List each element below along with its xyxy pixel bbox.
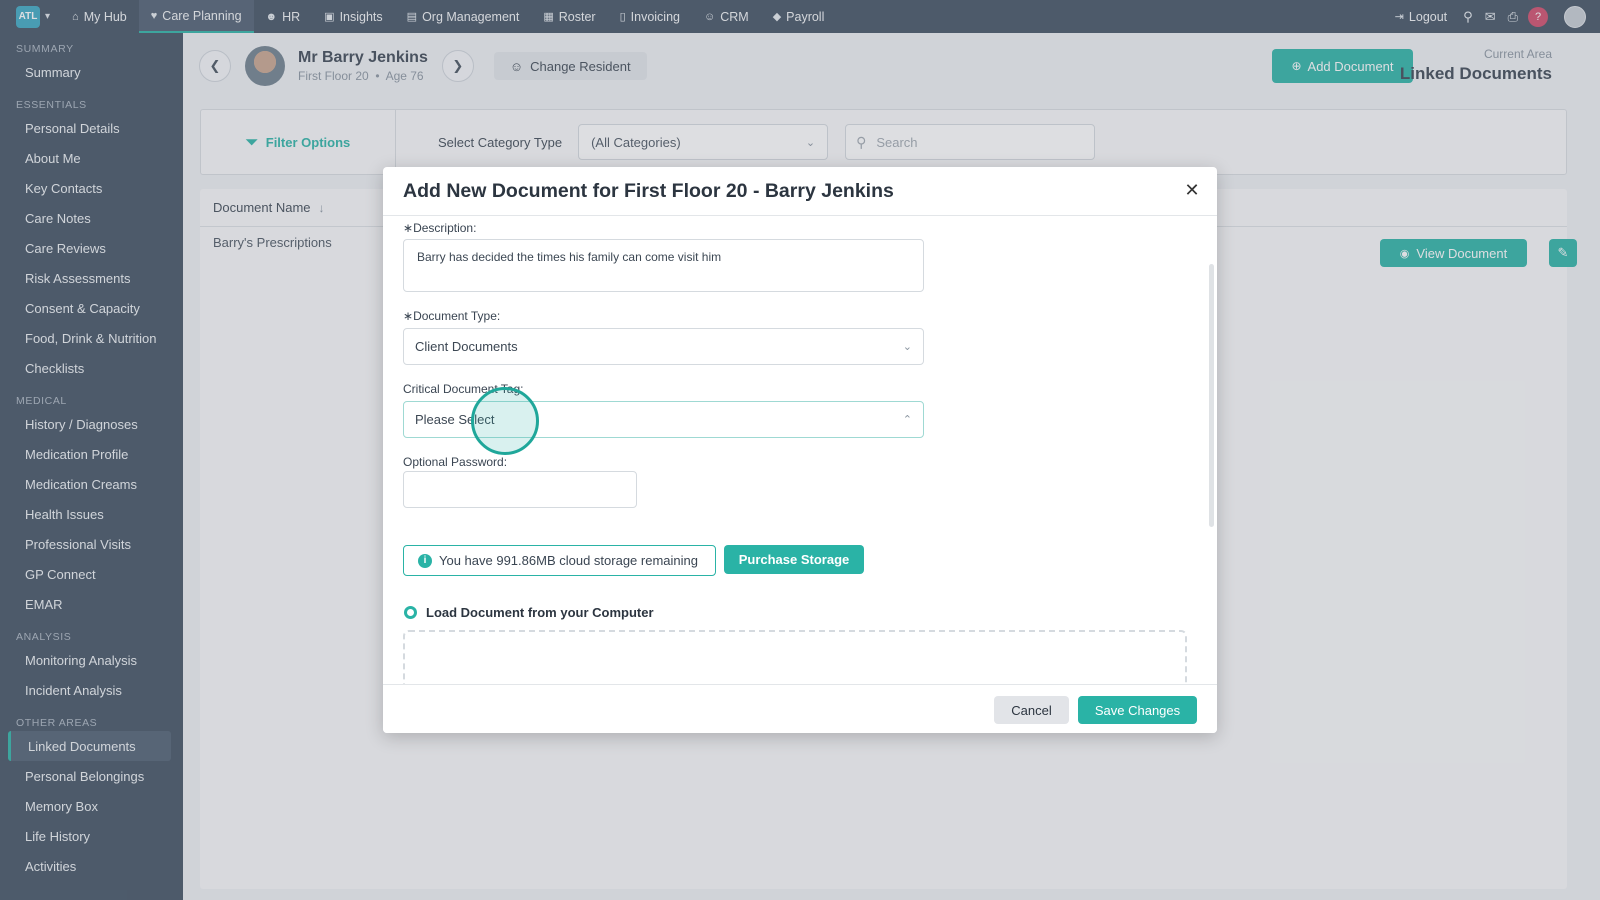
description-field[interactable]: Barry has decided the times his family c… [403, 239, 924, 292]
load-from-computer-option[interactable]: Load Document from your Computer [404, 605, 654, 620]
description-label-text: Description: [413, 221, 477, 235]
save-changes-button[interactable]: Save Changes [1078, 696, 1197, 724]
modal-title: Add New Document for First Floor 20 - Ba… [403, 179, 894, 202]
chevron-up-icon: ⌃ [902, 414, 912, 426]
modal-footer: Cancel Save Changes [383, 684, 1217, 733]
modal-scrollbar[interactable] [1209, 264, 1214, 527]
load-option-label: Load Document from your Computer [426, 605, 654, 620]
chevron-down-icon: ⌄ [902, 341, 912, 353]
modal-header: Add New Document for First Floor 20 - Ba… [383, 167, 1217, 216]
radio-selected-icon[interactable] [404, 606, 417, 619]
info-icon: i [418, 553, 432, 568]
file-drop-zone[interactable] [403, 630, 1187, 684]
description-label: ∗Description: [403, 221, 477, 235]
document-type-label-text: Document Type: [413, 309, 501, 323]
cancel-button[interactable]: Cancel [994, 696, 1069, 724]
document-type-select[interactable]: Client Documents ⌄ [403, 328, 924, 365]
click-indicator [471, 387, 539, 455]
close-icon[interactable]: ✕ [1181, 179, 1203, 201]
password-field[interactable] [403, 471, 637, 508]
password-label: Optional Password: [403, 455, 508, 469]
storage-text: You have 991.86MB cloud storage remainin… [439, 553, 698, 568]
purchase-storage-button[interactable]: Purchase Storage [724, 545, 864, 574]
document-type-value: Client Documents [415, 339, 518, 354]
storage-info: i You have 991.86MB cloud storage remaini… [403, 545, 716, 576]
document-type-label: ∗Document Type: [403, 309, 501, 323]
